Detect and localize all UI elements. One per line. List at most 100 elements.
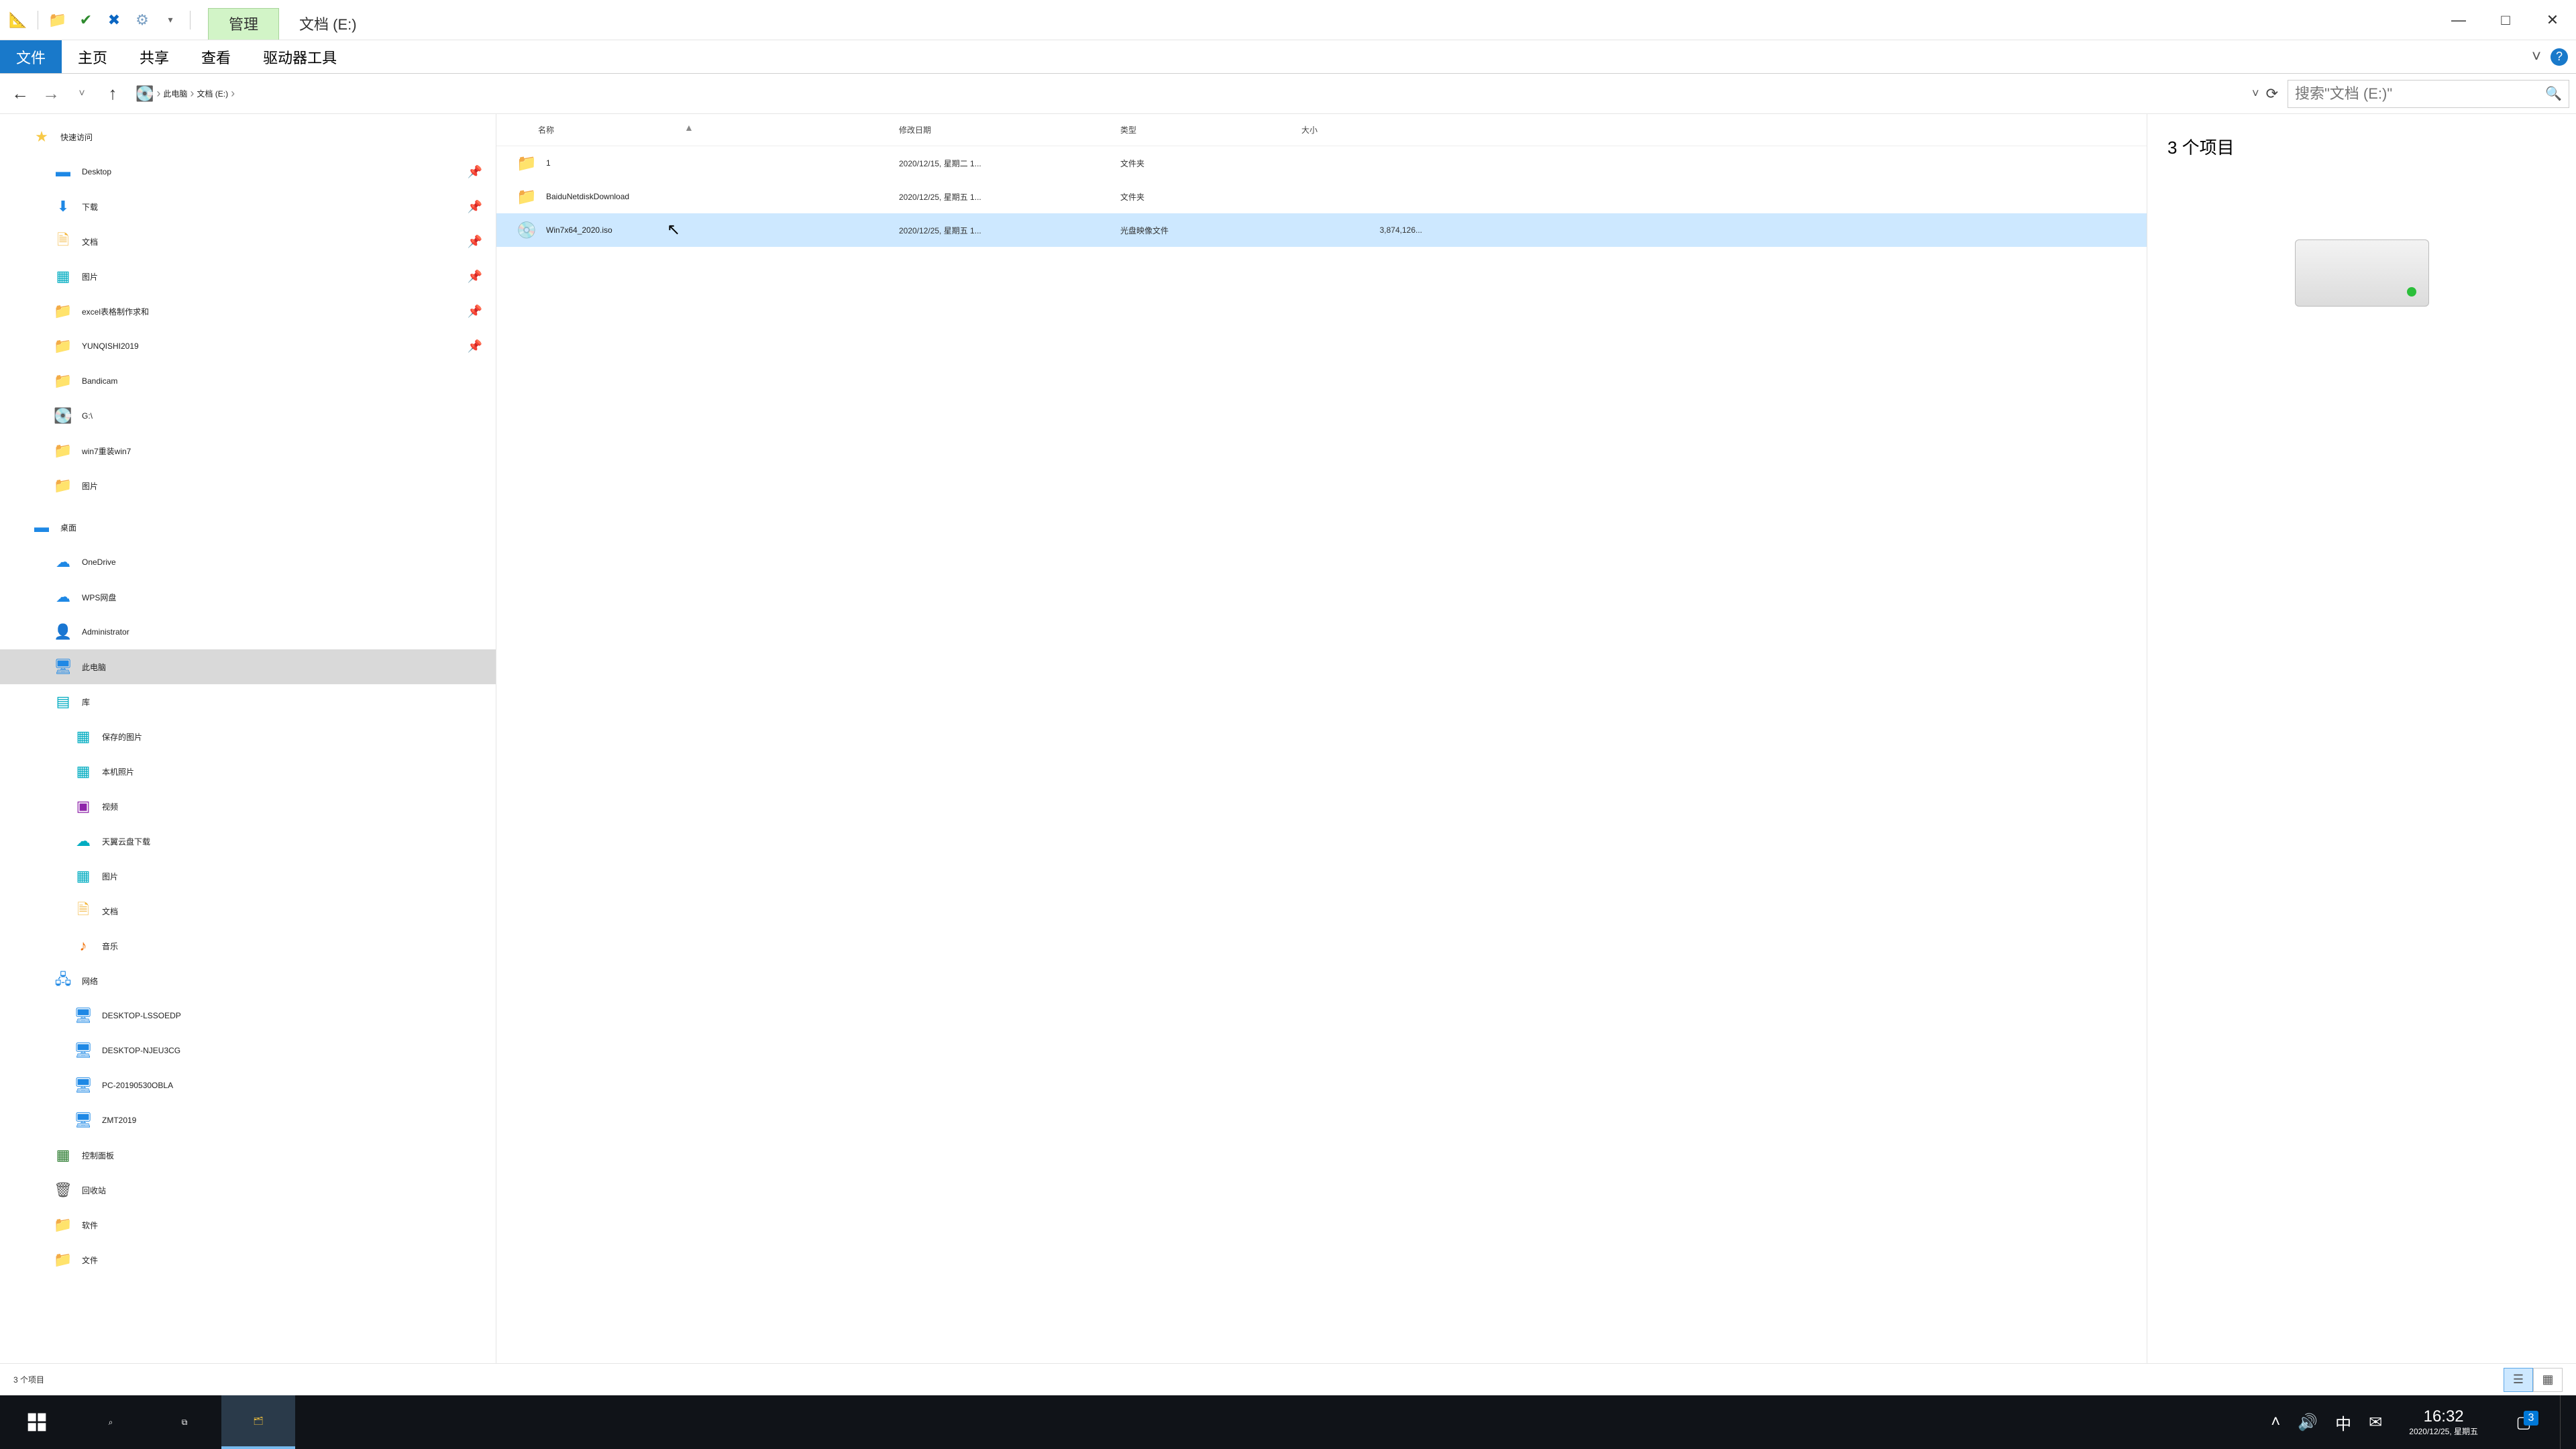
tree-item[interactable]: ▦本机照片	[0, 754, 496, 789]
search-icon[interactable]: 🔍	[2545, 85, 2562, 102]
start-button[interactable]	[0, 1395, 74, 1449]
clock[interactable]: 16:32 2020/12/25, 星期五	[2400, 1407, 2487, 1436]
show-desktop-button[interactable]	[2560, 1395, 2569, 1449]
drive-illustration-icon	[2295, 239, 2429, 307]
tree-label: 保存的图片	[102, 731, 142, 743]
tree-item[interactable]: ⬇下载📌	[0, 189, 496, 224]
tab-drive-tools[interactable]: 驱动器工具	[247, 40, 353, 73]
pin-icon[interactable]: 📌	[468, 235, 482, 249]
folder-icon: 📁	[54, 303, 72, 320]
thumbnails-view-button[interactable]: ▦	[2533, 1368, 2563, 1392]
help-icon[interactable]: ?	[2551, 48, 2568, 66]
col-type[interactable]: 类型	[1120, 124, 1301, 136]
tree-item[interactable]: ▦图片	[0, 859, 496, 894]
tree-item[interactable]: 📁软件	[0, 1208, 496, 1242]
manage-tab[interactable]: 管理	[208, 8, 279, 40]
tab-file[interactable]: 文件	[0, 40, 62, 73]
tab-share[interactable]: 共享	[123, 40, 185, 73]
breadcrumb-thispc[interactable]: 此电脑	[163, 88, 187, 99]
tab-view[interactable]: 查看	[185, 40, 247, 73]
folder-icon[interactable]: 📁	[46, 9, 69, 32]
explorer-task[interactable]: 🗂	[221, 1395, 295, 1449]
forward-button[interactable]: →	[38, 80, 64, 107]
pin-icon[interactable]: 📌	[468, 200, 482, 214]
tree-libraries[interactable]: ▤库	[0, 684, 496, 719]
tree-item[interactable]: 🖥PC-20190530OBLA	[0, 1068, 496, 1103]
refresh-icon[interactable]: ⟳	[2266, 85, 2278, 103]
tree-item[interactable]: 📁Bandicam	[0, 364, 496, 398]
search-button[interactable]: ⌕	[74, 1395, 148, 1449]
breadcrumb-location[interactable]: 文档 (E:)	[197, 88, 228, 99]
chevron-right-icon[interactable]: ›	[156, 87, 160, 101]
gear-icon[interactable]: ⚙	[131, 9, 154, 32]
tree-item[interactable]: 🖥ZMT2019	[0, 1103, 496, 1138]
folder-icon: 📁	[517, 154, 537, 173]
tree-admin[interactable]: 👤Administrator	[0, 614, 496, 649]
close-button[interactable]: ✕	[2529, 3, 2576, 37]
drive-icon: 💽	[136, 85, 154, 103]
file-row-selected[interactable]: 💿Win7x64_2020.iso 2020/12/25, 星期五 1... 光…	[496, 213, 2147, 247]
ime-indicator[interactable]: 中	[2335, 1411, 2351, 1434]
pin-icon[interactable]: 📌	[468, 270, 482, 284]
tree-item[interactable]: ▣视频	[0, 789, 496, 824]
chevron-right-icon[interactable]: ›	[231, 87, 235, 101]
tab-home[interactable]: 主页	[62, 40, 123, 73]
file-row[interactable]: 📁1 2020/12/15, 星期二 1... 文件夹	[496, 146, 2147, 180]
recent-dropdown-icon[interactable]: ˅	[68, 80, 95, 107]
search-input[interactable]	[2295, 85, 2545, 103]
tree-item[interactable]: 💽G:\	[0, 398, 496, 433]
back-button[interactable]: ←	[7, 80, 34, 107]
tree-item[interactable]: ☁天翼云盘下载	[0, 824, 496, 859]
col-name[interactable]: 名称▲	[496, 124, 899, 136]
tree-item[interactable]: 🗎文档	[0, 894, 496, 928]
tree-item[interactable]: ▦保存的图片	[0, 719, 496, 754]
pin-icon[interactable]: 📌	[468, 339, 482, 354]
mail-icon[interactable]: ✉	[2369, 1413, 2382, 1432]
chevron-right-icon[interactable]: ›	[190, 87, 194, 101]
action-center[interactable]: ▢ 3	[2505, 1413, 2542, 1432]
task-view-button[interactable]: ⧉	[148, 1395, 221, 1449]
qat-dropdown-icon[interactable]: ▾	[159, 9, 182, 32]
document-icon: 🗎	[54, 229, 72, 254]
tree-item[interactable]: 📁excel表格制作求和📌	[0, 294, 496, 329]
check-icon[interactable]: ✔	[74, 9, 97, 32]
tree-quick-access[interactable]: ★快速访问	[0, 119, 496, 154]
tree-onedrive[interactable]: ☁OneDrive	[0, 545, 496, 580]
tree-item[interactable]: 📁文件	[0, 1242, 496, 1277]
address-dropdown-icon[interactable]: ˅	[2252, 87, 2259, 101]
tree-wps[interactable]: ☁WPS网盘	[0, 580, 496, 614]
tree-item[interactable]: 🖥DESKTOP-LSSOEDP	[0, 998, 496, 1033]
tree-item[interactable]: ▦图片📌	[0, 259, 496, 294]
preview-pane: 3 个项目	[2147, 114, 2576, 1363]
maximize-button[interactable]: □	[2482, 3, 2529, 37]
tree-item[interactable]: ▬Desktop📌	[0, 154, 496, 189]
file-row[interactable]: 📁BaiduNetdiskDownload 2020/12/25, 星期五 1.…	[496, 180, 2147, 213]
pin-icon[interactable]: 📌	[468, 165, 482, 179]
tree-desktop[interactable]: ▬桌面	[0, 510, 496, 545]
tree-item[interactable]: ♪音乐	[0, 928, 496, 963]
tree-item[interactable]: 🖥DESKTOP-NJEU3CG	[0, 1033, 496, 1068]
file-date: 2020/12/25, 星期五 1...	[899, 191, 1120, 203]
details-view-button[interactable]: ☰	[2504, 1368, 2533, 1392]
minimize-button[interactable]: —	[2435, 3, 2482, 37]
nav-tree[interactable]: ★快速访问 ▬Desktop📌 ⬇下载📌 🗎文档📌 ▦图片📌 📁excel表格制…	[0, 114, 496, 1363]
col-date[interactable]: 修改日期	[899, 124, 1120, 136]
tree-network[interactable]: 🖧网络	[0, 963, 496, 998]
breadcrumb[interactable]: 💽 › 此电脑 › 文档 (E:) ›	[130, 85, 2248, 103]
col-size[interactable]: 大小	[1301, 124, 1436, 136]
close-icon[interactable]: ✖	[103, 9, 125, 32]
ribbon-collapse-icon[interactable]: ˅	[2532, 48, 2541, 66]
pin-icon[interactable]: 📌	[468, 305, 482, 319]
tree-recycle[interactable]: 🗑回收站	[0, 1173, 496, 1208]
search-box[interactable]: 🔍	[2288, 80, 2569, 108]
tree-item[interactable]: 📁win7重装win7	[0, 433, 496, 468]
tree-item[interactable]: 📁YUNQISHI2019📌	[0, 329, 496, 364]
tree-item[interactable]: 🗎文档📌	[0, 224, 496, 259]
up-button[interactable]: ↑	[99, 80, 126, 107]
tree-control-panel[interactable]: ▦控制面板	[0, 1138, 496, 1173]
tree-item[interactable]: 📁图片	[0, 468, 496, 503]
volume-icon[interactable]: 🔊	[2298, 1413, 2318, 1432]
picture-icon: ▦	[74, 763, 93, 780]
tray-overflow-icon[interactable]: ˄	[2271, 1413, 2280, 1432]
tree-thispc[interactable]: 🖥此电脑	[0, 649, 496, 684]
